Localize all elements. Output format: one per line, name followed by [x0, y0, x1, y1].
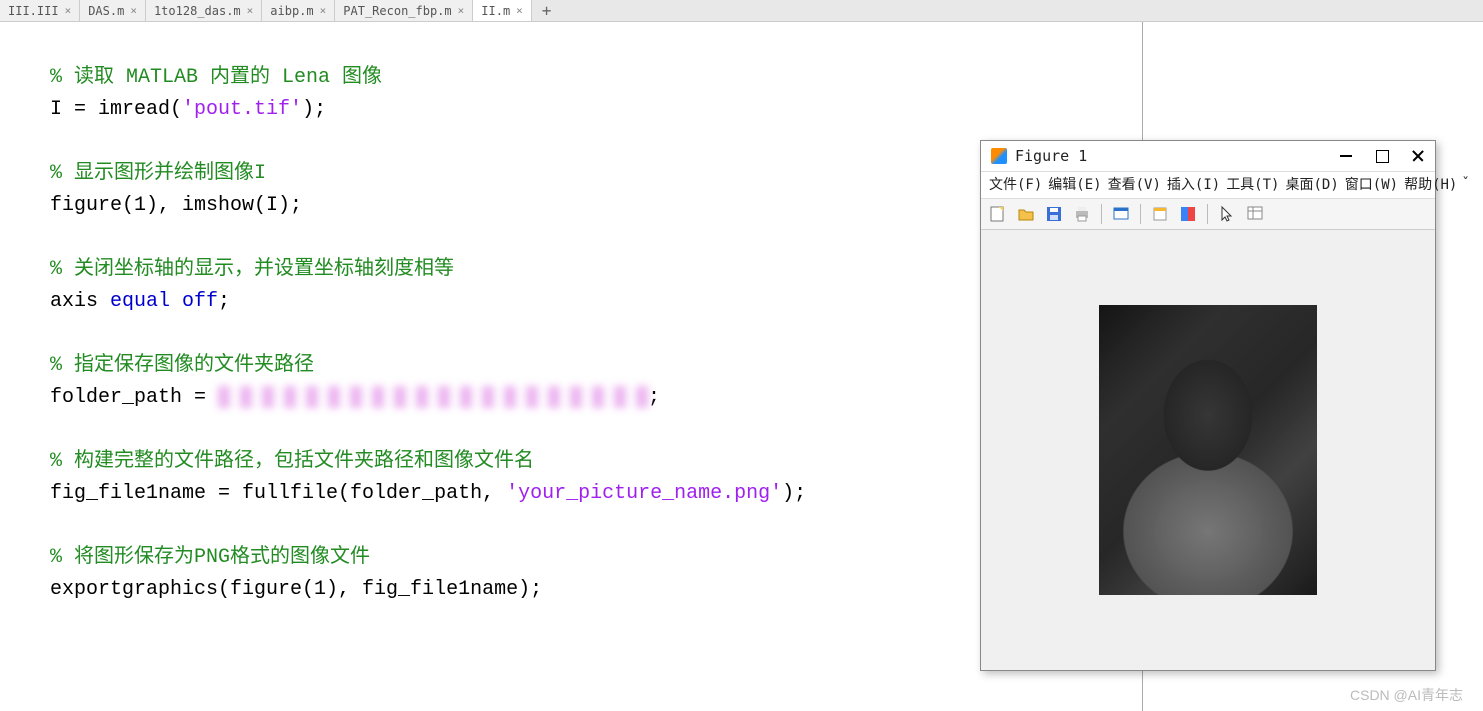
print-preview-icon[interactable]: [1110, 203, 1132, 225]
tab-file[interactable]: aibp.m ×: [262, 0, 335, 21]
code-comment: % 读取 MATLAB 内置的 Lena 图像: [50, 66, 382, 89]
close-button[interactable]: [1411, 149, 1425, 163]
code-comment: % 关闭坐标轴的显示，并设置坐标轴刻度相等: [50, 258, 454, 281]
displayed-image: [1099, 305, 1317, 595]
tab-file[interactable]: PAT_Recon_fbp.m ×: [335, 0, 473, 21]
data-tips-icon[interactable]: [1244, 203, 1266, 225]
code-comment: % 显示图形并绘制图像I: [50, 162, 266, 185]
figure-titlebar[interactable]: Figure 1: [981, 141, 1435, 172]
tab-file[interactable]: 1to128_das.m ×: [146, 0, 262, 21]
insert-colorbar-icon[interactable]: [1177, 203, 1199, 225]
code-comment: % 构建完整的文件路径，包括文件夹路径和图像文件名: [50, 450, 534, 473]
matlab-icon: [991, 148, 1007, 164]
close-icon[interactable]: ×: [458, 4, 465, 17]
code-text: folder_path =: [50, 386, 218, 409]
toolbar-separator: [1101, 204, 1102, 224]
code-text: exportgraphics(figure(1), fig_file1name)…: [50, 578, 542, 601]
menu-edit[interactable]: 编辑(E): [1046, 174, 1103, 194]
link-axes-icon[interactable]: [1149, 203, 1171, 225]
figure-window[interactable]: Figure 1 文件(F) 编辑(E) 查看(V) 插入(I) 工具(T) 桌…: [980, 140, 1436, 671]
close-icon[interactable]: ×: [320, 4, 327, 17]
redacted-path: [218, 386, 648, 408]
figure-toolbar: [981, 199, 1435, 230]
tab-label: aibp.m: [270, 4, 313, 18]
code-text: );: [302, 98, 326, 121]
toolbar-separator: [1207, 204, 1208, 224]
code-keyword: equal off: [110, 290, 218, 313]
menu-view[interactable]: 查看(V): [1106, 174, 1163, 194]
open-folder-icon[interactable]: [1015, 203, 1037, 225]
tab-label: III.III: [8, 4, 59, 18]
code-string: 'pout.tif': [182, 98, 302, 121]
code-text: );: [782, 482, 806, 505]
code-string: 'your_picture_name.png': [506, 482, 782, 505]
new-tab-button[interactable]: +: [532, 1, 562, 20]
menu-chevron-icon[interactable]: ˇ: [1461, 176, 1469, 192]
menu-help[interactable]: 帮助(H): [1402, 174, 1459, 194]
code-text: I = imread(: [50, 98, 182, 121]
close-icon[interactable]: ×: [247, 4, 254, 17]
figure-menubar: 文件(F) 编辑(E) 查看(V) 插入(I) 工具(T) 桌面(D) 窗口(W…: [981, 172, 1435, 199]
menu-window[interactable]: 窗口(W): [1343, 174, 1400, 194]
figure-title: Figure 1: [1015, 147, 1087, 165]
toolbar-separator: [1140, 204, 1141, 224]
watermark-text: CSDN @AI青年志: [1350, 685, 1463, 705]
pointer-icon[interactable]: [1216, 203, 1238, 225]
menu-tools[interactable]: 工具(T): [1224, 174, 1281, 194]
tab-file[interactable]: DAS.m ×: [80, 0, 146, 21]
code-comment: % 指定保存图像的文件夹路径: [50, 354, 314, 377]
tab-label: II.m: [481, 4, 510, 18]
figure-canvas: [981, 230, 1435, 670]
code-text: ;: [218, 290, 230, 313]
close-icon[interactable]: ×: [516, 4, 523, 17]
menu-desktop[interactable]: 桌面(D): [1283, 174, 1340, 194]
tab-label: PAT_Recon_fbp.m: [343, 4, 451, 18]
tab-file-active[interactable]: II.m ×: [473, 0, 532, 21]
tab-file[interactable]: III.III ×: [0, 0, 80, 21]
close-icon[interactable]: ×: [130, 4, 137, 17]
menu-file[interactable]: 文件(F): [987, 174, 1044, 194]
code-comment: % 将图形保存为PNG格式的图像文件: [50, 546, 370, 569]
editor-tab-bar: III.III × DAS.m × 1to128_das.m × aibp.m × PA…: [0, 0, 1483, 22]
save-icon[interactable]: [1043, 203, 1065, 225]
minimize-button[interactable]: [1339, 149, 1353, 163]
code-text: fig_file1name = fullfile(folder_path,: [50, 482, 506, 505]
new-figure-icon[interactable]: [987, 203, 1009, 225]
close-icon[interactable]: ×: [65, 4, 72, 17]
code-text: figure(1), imshow(I);: [50, 194, 302, 217]
tab-label: 1to128_das.m: [154, 4, 241, 18]
maximize-button[interactable]: [1375, 149, 1389, 163]
print-icon[interactable]: [1071, 203, 1093, 225]
tab-label: DAS.m: [88, 4, 124, 18]
code-text: axis: [50, 290, 110, 313]
menu-insert[interactable]: 插入(I): [1165, 174, 1222, 194]
